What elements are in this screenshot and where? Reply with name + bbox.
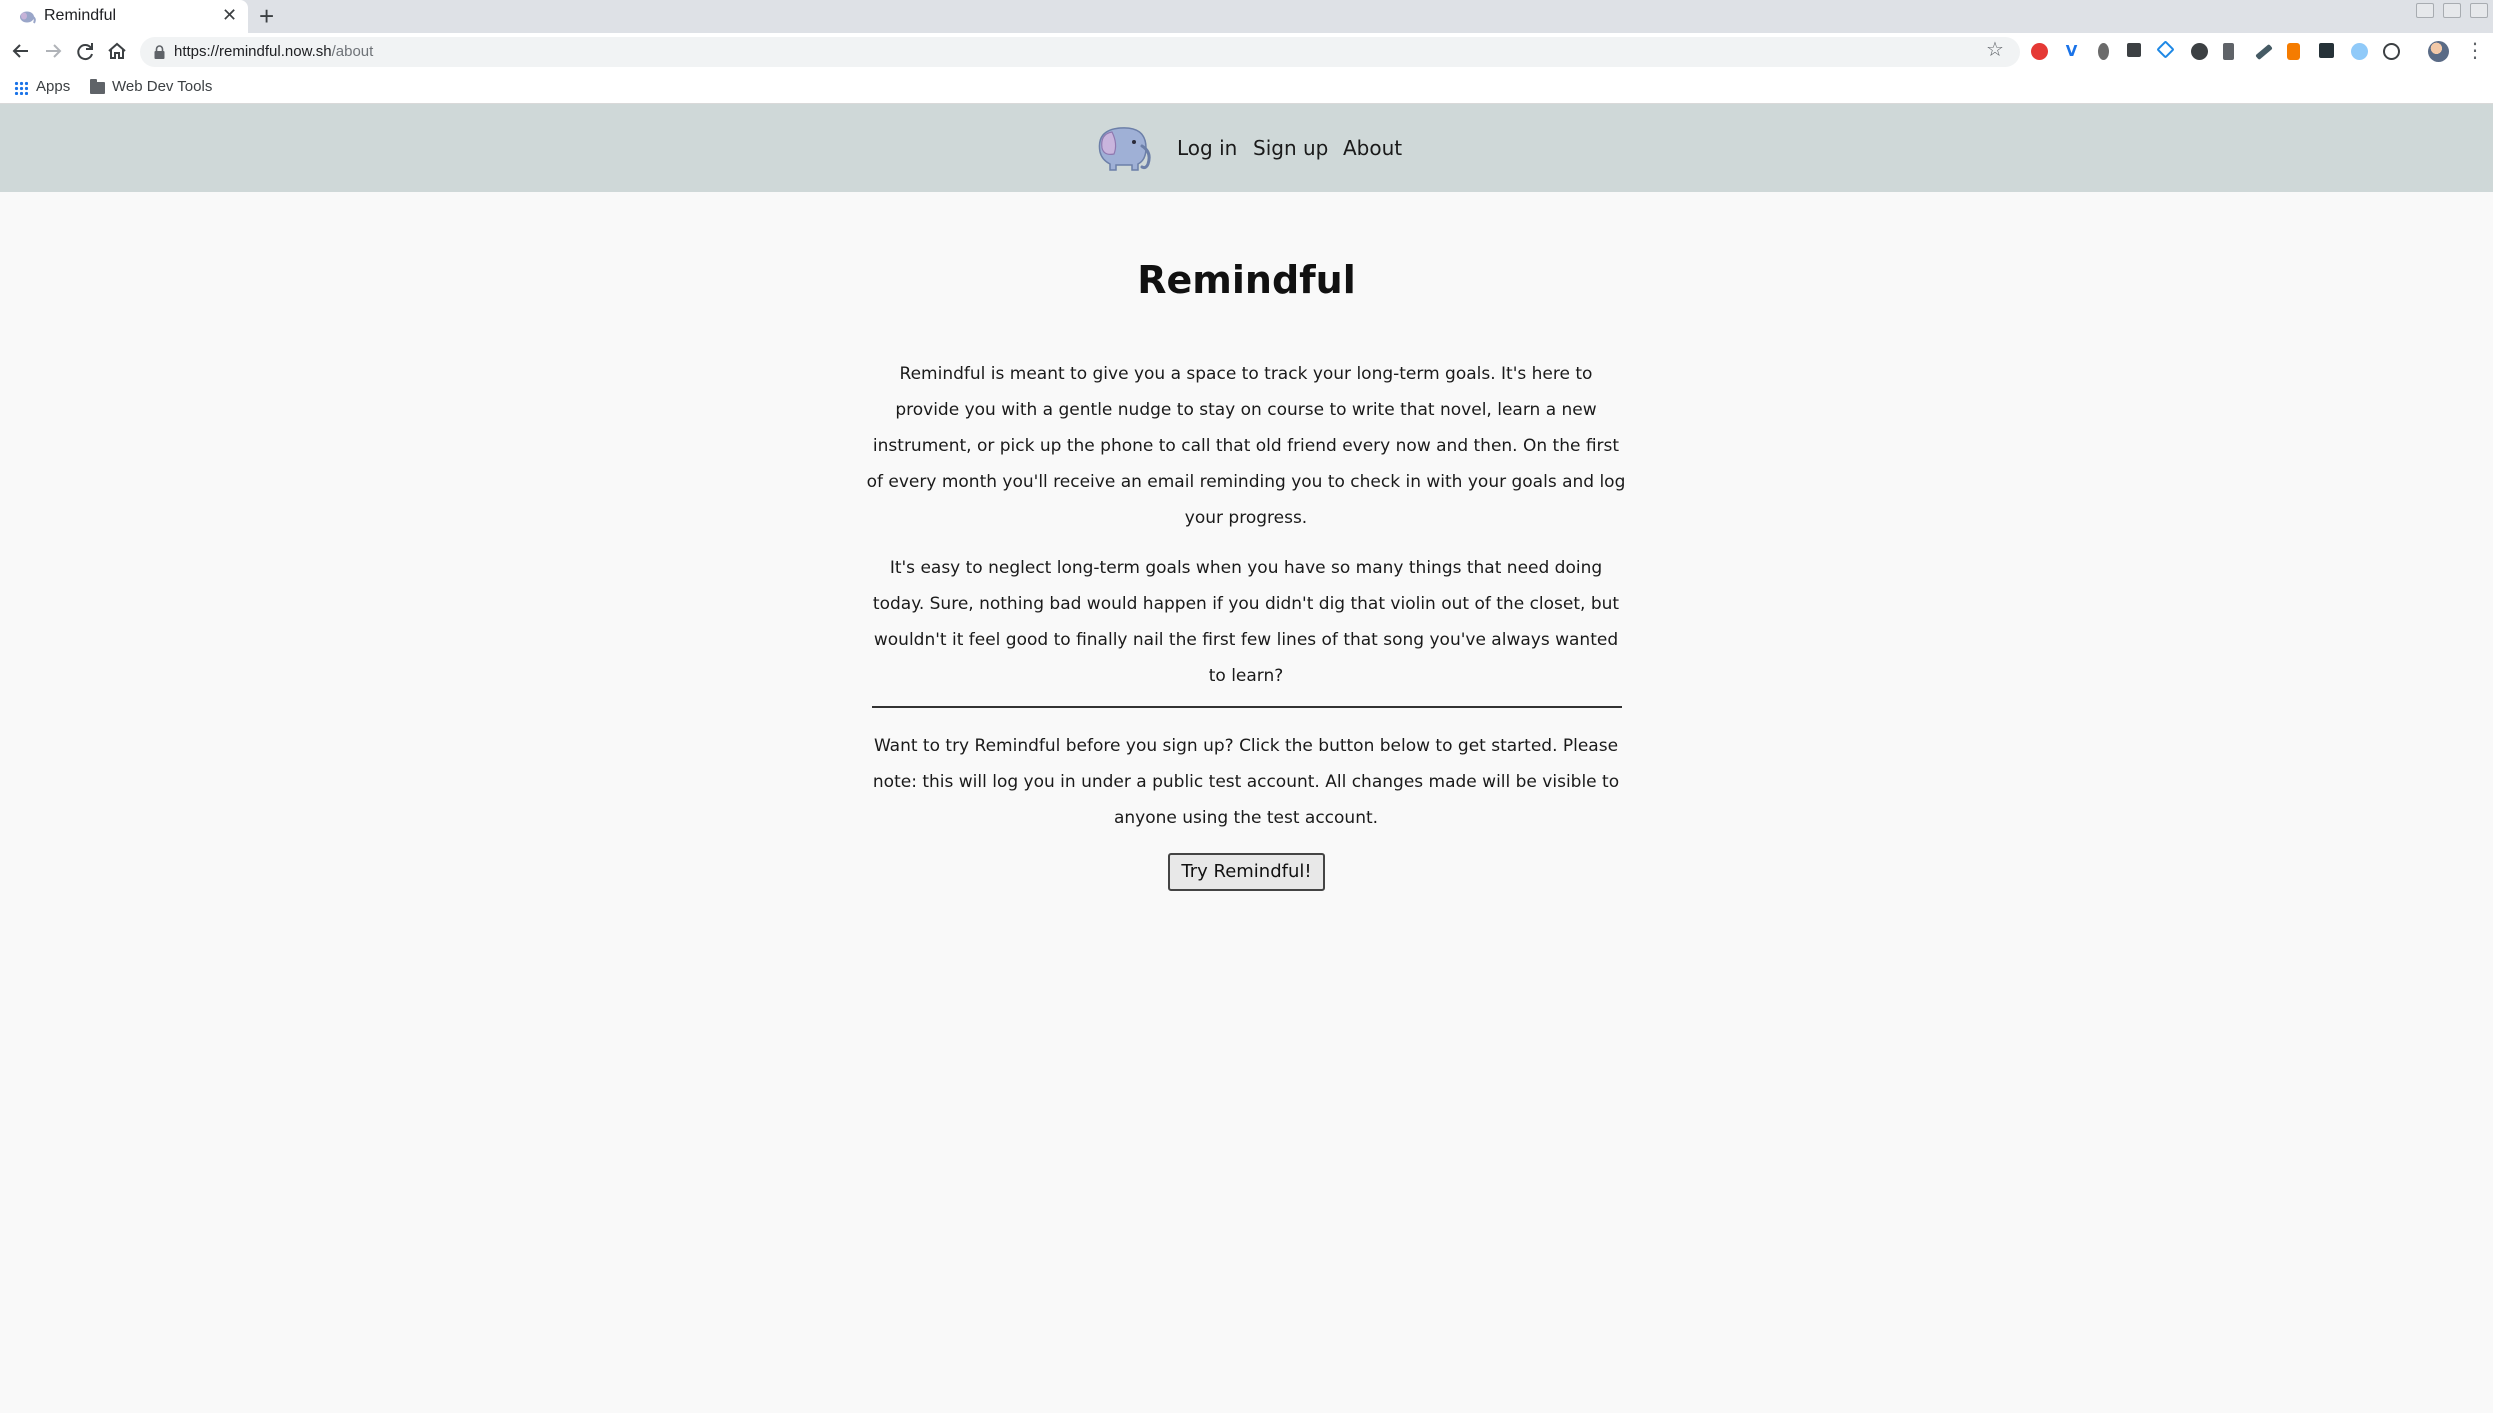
- lock-icon: [154, 45, 165, 59]
- elephant-favicon-icon: [20, 11, 36, 24]
- url-text: https://remindful.now.sh/about: [174, 43, 373, 60]
- minimize-window-button[interactable]: [2416, 3, 2434, 18]
- tab-close-icon[interactable]: ✕: [222, 6, 237, 26]
- adblock-icon[interactable]: [2031, 43, 2048, 60]
- search-icon[interactable]: [2383, 43, 2400, 60]
- apps-grid-icon: [14, 81, 28, 95]
- wordpress-icon[interactable]: [2191, 43, 2208, 60]
- forward-arrow-icon[interactable]: [41, 39, 65, 63]
- bookmark-apps[interactable]: Apps: [36, 77, 70, 97]
- browser-toolbar: https://remindful.now.sh/about ☆ V ⋮: [0, 33, 2493, 71]
- bookmark-star-icon[interactable]: ☆: [1986, 39, 2004, 59]
- profile-avatar[interactable]: [2428, 41, 2449, 62]
- folder-icon: [90, 79, 105, 94]
- eyedropper-icon[interactable]: [2255, 43, 2273, 61]
- home-icon[interactable]: [105, 39, 129, 63]
- reload-icon[interactable]: [73, 39, 97, 63]
- back-arrow-icon[interactable]: [9, 39, 33, 63]
- typography-icon[interactable]: [2127, 43, 2141, 57]
- bookmark-web-dev-tools[interactable]: Web Dev Tools: [112, 77, 212, 97]
- tab-title: Remindful: [44, 7, 117, 24]
- bug-icon[interactable]: [2098, 43, 2109, 60]
- nav-signup-link[interactable]: Sign up: [1253, 134, 1328, 162]
- bookmarks-bar: Apps Web Dev Tools: [0, 71, 2493, 104]
- browser-menu-icon[interactable]: ⋮: [2465, 39, 2485, 61]
- demo-paragraph: Want to try Remindful before you sign up…: [872, 736, 1620, 828]
- vimeo-icon[interactable]: V: [2063, 43, 2080, 60]
- intro-paragraph: Remindful is meant to give you a space t…: [866, 364, 1626, 528]
- new-tab-button[interactable]: +: [259, 2, 274, 30]
- qr-icon[interactable]: [2319, 43, 2334, 58]
- page-title: Remindful: [1137, 258, 1356, 302]
- address-bar[interactable]: https://remindful.now.sh/about: [140, 37, 2020, 67]
- url-domain: https://remindful.now.sh: [174, 43, 332, 60]
- try-remindful-button[interactable]: Try Remindful!: [1168, 853, 1325, 891]
- motivation-paragraph: It's easy to neglect long-term goals whe…: [872, 558, 1620, 686]
- section-divider: [872, 706, 1622, 708]
- brave-icon[interactable]: [2287, 43, 2300, 60]
- url-path: /about: [331, 43, 374, 60]
- site-header: Log in Sign up About: [0, 104, 2493, 192]
- browser-tab[interactable]: Remindful ✕: [0, 0, 248, 33]
- circle-icon[interactable]: [2351, 43, 2368, 60]
- elephant-logo-icon[interactable]: [1092, 122, 1154, 172]
- nav-login-link[interactable]: Log in: [1177, 134, 1237, 162]
- close-window-button[interactable]: [2470, 3, 2488, 18]
- browser-tab-strip: Remindful ✕ +: [0, 0, 2493, 33]
- drive-icon[interactable]: [2156, 40, 2175, 59]
- bookmark-icon[interactable]: [2223, 43, 2234, 60]
- nav-about-link[interactable]: About: [1343, 134, 1402, 162]
- maximize-window-button[interactable]: [2443, 3, 2461, 18]
